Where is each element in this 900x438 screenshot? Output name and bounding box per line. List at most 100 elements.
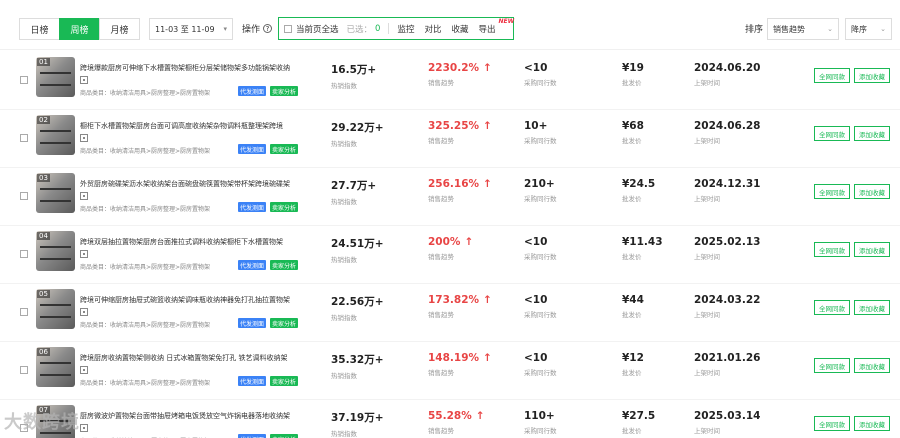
hot-index-value: 35.32万+ <box>331 354 384 366</box>
tab-monthly[interactable]: 月榜 <box>99 18 140 40</box>
add-favorite-button[interactable]: 添加收藏 <box>854 416 890 431</box>
row-checkbox[interactable] <box>20 76 28 84</box>
daifa-badge[interactable]: 代发测面 <box>238 434 267 438</box>
seller-analysis-badge[interactable]: 卖家分析 <box>270 260 299 270</box>
listed-time-label: 上架时间 <box>694 79 720 87</box>
grid-icon[interactable] <box>80 308 88 316</box>
peer-count: 210+ 采购同行数 <box>524 178 557 203</box>
select-all-label: 当前页全选 <box>296 24 339 35</box>
wholesale-price: ¥27.5 批发价 <box>622 410 655 435</box>
listed-time-value: 2024.06.28 <box>694 120 761 132</box>
seller-analysis-badge[interactable]: 卖家分析 <box>270 86 299 96</box>
add-favorite-button[interactable]: 添加收藏 <box>854 68 890 83</box>
order-select[interactable]: 降序 ⌄ <box>845 18 892 40</box>
listed-time-label: 上架时间 <box>694 369 720 377</box>
daifa-badge[interactable]: 代发测面 <box>238 144 267 154</box>
sales-trend: 256.16% ↑ 销售趋势 <box>428 178 492 203</box>
wholesale-price: ¥68 批发价 <box>622 120 644 145</box>
grid-icon[interactable] <box>80 134 88 142</box>
daifa-badge[interactable]: 代发测面 <box>238 260 267 270</box>
listed-time: 2024.06.20 上架时间 <box>694 62 760 87</box>
listed-time: 2021.01.26 上架时间 <box>694 352 760 377</box>
add-favorite-button[interactable]: 添加收藏 <box>854 242 890 257</box>
row-checkbox[interactable] <box>20 134 28 142</box>
add-favorite-button[interactable]: 添加收藏 <box>854 300 890 315</box>
monitor-button[interactable]: 监控 <box>397 23 414 35</box>
help-icon[interactable]: ? <box>263 24 273 33</box>
peer-count-label: 采购同行数 <box>524 253 557 261</box>
product-title[interactable]: 跨境双层抽拉置物架厨房台面推拉式调料收纳架橱柜下水槽置物架 <box>80 237 300 247</box>
tab-daily[interactable]: 日榜 <box>19 18 60 40</box>
sales-trend-label: 销售趋势 <box>428 311 454 319</box>
product-title[interactable]: 跨境爆款厨房可伸缩下水槽置物架橱柜分层架储物架多功能锅架收纳 <box>80 63 300 73</box>
seller-analysis-badge[interactable]: 卖家分析 <box>270 318 299 328</box>
daifa-badge[interactable]: 代发测面 <box>238 376 267 386</box>
same-product-button[interactable]: 全网同款 <box>814 68 850 83</box>
sales-trend-value: 200% <box>428 236 461 248</box>
product-title[interactable]: 跨境可伸缩厨房抽屉式碗篮收纳架调味瓶收纳神器免打孔抽拉置物架 <box>80 295 300 305</box>
same-product-button[interactable]: 全网同款 <box>814 358 850 373</box>
grid-icon[interactable] <box>80 250 88 258</box>
product-thumbnail[interactable]: 01 <box>36 57 75 97</box>
row-checkbox[interactable] <box>20 192 28 200</box>
grid-icon[interactable] <box>80 192 88 200</box>
product-thumbnail[interactable]: 04 <box>36 231 75 271</box>
daifa-badge[interactable]: 代发测面 <box>238 318 267 328</box>
product-title[interactable]: 外贸厨房碗碟架沥水架收纳架台面碗盘碗筷置物架带杯架跨境碗碟架 <box>80 179 300 189</box>
seller-analysis-badge[interactable]: 卖家分析 <box>270 144 299 154</box>
row-checkbox[interactable] <box>20 308 28 316</box>
rank-badge: 06 <box>37 348 50 356</box>
seller-analysis-badge[interactable]: 卖家分析 <box>270 434 299 438</box>
wholesale-price-value: ¥12 <box>622 352 644 364</box>
grid-icon[interactable] <box>80 76 88 84</box>
add-favorite-button[interactable]: 添加收藏 <box>854 126 890 141</box>
listed-time-value: 2024.06.20 <box>694 62 761 74</box>
shelf-shape <box>40 316 71 318</box>
ops-label-text: 操作 <box>242 25 261 35</box>
same-product-button[interactable]: 全网同款 <box>814 242 850 257</box>
product-thumbnail[interactable]: 02 <box>36 115 75 155</box>
sales-trend: 325.25% ↑ 销售趋势 <box>428 120 492 145</box>
new-badge: NEW <box>498 17 515 25</box>
tab-weekly[interactable]: 周榜 <box>59 18 100 40</box>
daifa-badge[interactable]: 代发测面 <box>238 86 267 96</box>
seller-analysis-badge[interactable]: 卖家分析 <box>270 202 299 212</box>
divider <box>388 23 390 34</box>
same-product-button[interactable]: 全网同款 <box>814 184 850 199</box>
date-range-picker[interactable]: 11-03 至 11-09 ▾ <box>149 18 233 40</box>
daifa-badge[interactable]: 代发测面 <box>238 202 267 212</box>
checkbox-icon[interactable] <box>284 24 292 33</box>
export-button[interactable]: 导出 NEW <box>479 18 515 35</box>
grid-icon[interactable] <box>80 366 88 374</box>
shelf-shape <box>40 304 71 306</box>
shelf-shape <box>40 84 71 86</box>
wholesale-price-label: 批发价 <box>622 369 642 377</box>
product-thumbnail[interactable]: 05 <box>36 289 75 329</box>
listed-time-value: 2025.02.13 <box>694 236 761 248</box>
same-product-button[interactable]: 全网同款 <box>814 300 850 315</box>
select-all[interactable]: 当前页全选 <box>284 23 339 35</box>
compare-button[interactable]: 对比 <box>424 23 441 35</box>
sort-select[interactable]: 销售趋势 ⌄ <box>767 18 839 40</box>
product-title[interactable]: 跨境厨房收纳置物架侧收纳 日式冰箱置物架免打孔 铁艺调料收纳架 <box>80 353 300 363</box>
peer-count: <10 采购同行数 <box>524 62 557 87</box>
product-category: 商品类目：收纳清洁用具>厨房整理>厨房置物架 <box>80 380 211 387</box>
same-product-button[interactable]: 全网同款 <box>814 126 850 141</box>
listed-time-label: 上架时间 <box>694 195 720 203</box>
row-checkbox[interactable] <box>20 250 28 258</box>
grid-icon[interactable] <box>80 424 88 432</box>
add-favorite-button[interactable]: 添加收藏 <box>854 358 890 373</box>
row-checkbox[interactable] <box>20 366 28 374</box>
product-title[interactable]: 厨房微波炉置物架台面带抽屉烤箱电饭煲放空气炸锅电器落地收纳架 <box>80 411 300 421</box>
seller-analysis-badge[interactable]: 卖家分析 <box>270 376 299 386</box>
date-range-value: 11-03 至 11-09 <box>155 24 215 34</box>
sales-trend-label: 销售趋势 <box>428 79 454 87</box>
product-title[interactable]: 橱柜下水槽置物架厨房台面可调高度收纳架杂物调料瓶整理架跨境 <box>80 121 300 131</box>
add-favorite-button[interactable]: 添加收藏 <box>854 184 890 199</box>
favorite-button[interactable]: 收藏 <box>451 23 468 35</box>
sales-trend: 173.82% ↑ 销售趋势 <box>428 294 492 319</box>
product-thumbnail[interactable]: 03 <box>36 173 75 213</box>
same-product-button[interactable]: 全网同款 <box>814 416 850 431</box>
product-thumbnail[interactable]: 06 <box>36 347 75 387</box>
chevron-down-icon: ⌄ <box>827 25 833 33</box>
